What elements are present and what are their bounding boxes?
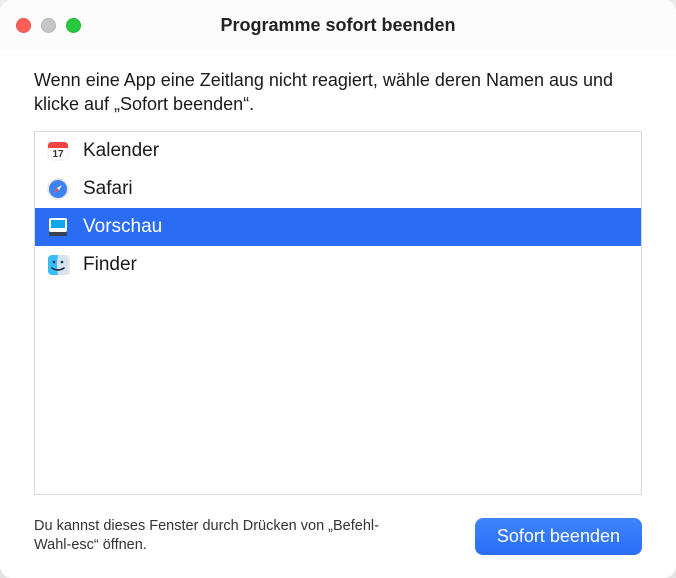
preview-icon xyxy=(45,214,71,240)
safari-icon xyxy=(45,176,71,202)
app-name-label: Vorschau xyxy=(83,216,162,238)
app-name-label: Finder xyxy=(83,254,137,276)
instructions-text: Wenn eine App eine Zeitlang nicht reagie… xyxy=(34,68,642,117)
traffic-lights xyxy=(16,18,81,33)
force-quit-window: Programme sofort beenden Wenn eine App e… xyxy=(0,0,676,578)
app-list[interactable]: 17 Kalender Safari xyxy=(34,131,642,495)
svg-text:17: 17 xyxy=(52,149,64,160)
app-row-finder[interactable]: Finder xyxy=(35,246,641,284)
window-title: Programme sofort beenden xyxy=(0,15,676,36)
close-window-button[interactable] xyxy=(16,18,31,33)
app-name-label: Safari xyxy=(83,178,133,200)
finder-icon xyxy=(45,252,71,278)
minimize-window-button xyxy=(41,18,56,33)
app-name-label: Kalender xyxy=(83,140,159,162)
keyboard-hint-text: Du kannst dieses Fenster durch Drücken v… xyxy=(34,517,394,556)
app-row-vorschau[interactable]: Vorschau xyxy=(35,208,641,246)
force-quit-button[interactable]: Sofort beenden xyxy=(475,518,642,555)
zoom-window-button[interactable] xyxy=(66,18,81,33)
calendar-icon: 17 xyxy=(45,138,71,164)
app-row-safari[interactable]: Safari xyxy=(35,170,641,208)
app-row-kalender[interactable]: 17 Kalender xyxy=(35,132,641,170)
footer: Du kannst dieses Fenster durch Drücken v… xyxy=(34,517,642,556)
content-area: Wenn eine App eine Zeitlang nicht reagie… xyxy=(0,50,676,578)
titlebar: Programme sofort beenden xyxy=(0,0,676,50)
